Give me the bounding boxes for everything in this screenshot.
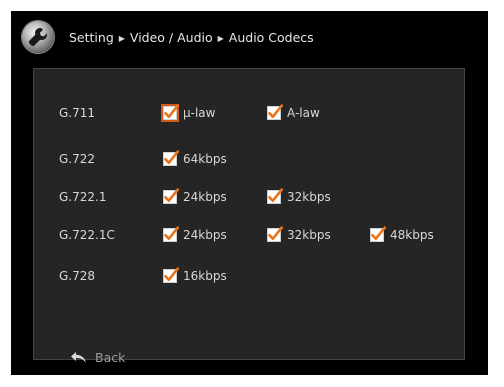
g7221c-32kbps-option[interactable]: 32kbps [267, 225, 331, 245]
checkbox-checked-icon[interactable] [163, 150, 180, 166]
back-label: Back [95, 350, 126, 365]
codec-row-g722: G.722 64kbps [34, 149, 464, 169]
checkbox-checked-icon[interactable] [267, 188, 284, 204]
option-label: 32kbps [287, 228, 331, 242]
codec-row-g7221c: G.722.1C 24kbps 32kbps 48kbps [34, 225, 464, 245]
checkbox-checked-icon[interactable] [163, 267, 180, 283]
codec-settings-panel: G.711 μ-law A-law G.722 64kbps G.722.1 2… [33, 68, 465, 365]
g7221c-24kbps-option[interactable]: 24kbps [163, 225, 227, 245]
checkbox-checked-icon[interactable] [163, 104, 180, 120]
g711-alaw-option[interactable]: A-law [267, 103, 320, 123]
option-label: 24kbps [183, 190, 227, 204]
g728-16kbps-option[interactable]: 16kbps [163, 266, 227, 286]
option-label: μ-law [183, 106, 216, 120]
checkbox-checked-icon[interactable] [163, 188, 180, 204]
audio-codecs-screen: Setting ▶ Video / Audio ▶ Audio Codecs G.711… [11, 11, 488, 375]
checkbox-checked-icon[interactable] [267, 104, 284, 120]
codec-row-g711: G.711 μ-law A-law [34, 103, 464, 123]
g7221-24kbps-option[interactable]: 24kbps [163, 187, 227, 207]
wrench-icon[interactable] [22, 21, 54, 53]
codec-label: G.722.1C [59, 228, 115, 242]
header: Setting ▶ Video / Audio ▶ Audio Codecs [11, 11, 488, 61]
option-label: 32kbps [287, 190, 331, 204]
g711-mulaw-option[interactable]: μ-law [163, 103, 215, 123]
codec-label: G.711 [59, 106, 96, 120]
codec-label: G.722.1 [59, 190, 107, 204]
checkbox-checked-icon[interactable] [267, 226, 284, 242]
codec-row-g728: G.728 16kbps [34, 266, 464, 286]
back-button[interactable]: Back [70, 349, 125, 367]
option-label: 64kbps [183, 152, 227, 166]
breadcrumb-audio-codecs: Audio Codecs [228, 30, 314, 45]
option-label: A-law [287, 106, 320, 120]
checkbox-checked-icon[interactable] [163, 226, 180, 242]
g7221-32kbps-option[interactable]: 32kbps [267, 187, 331, 207]
breadcrumb-separator-icon: ▶ [118, 34, 125, 43]
breadcrumb-video-audio[interactable]: Video / Audio [130, 30, 213, 45]
g722-64kbps-option[interactable]: 64kbps [163, 149, 227, 169]
option-label: 48kbps [390, 228, 434, 242]
breadcrumb: Setting ▶ Video / Audio ▶ Audio Codecs [69, 30, 314, 46]
option-label: 16kbps [183, 269, 227, 283]
codec-label: G.728 [59, 269, 96, 283]
breadcrumb-setting[interactable]: Setting [69, 30, 114, 45]
option-label: 24kbps [183, 228, 227, 242]
back-arrow-icon [71, 352, 86, 363]
g7221c-48kbps-option[interactable]: 48kbps [370, 225, 434, 245]
breadcrumb-separator-icon: ▶ [217, 34, 224, 43]
checkbox-checked-icon[interactable] [370, 226, 387, 242]
codec-row-g7221: G.722.1 24kbps 32kbps [34, 187, 464, 207]
codec-label: G.722 [59, 152, 96, 166]
